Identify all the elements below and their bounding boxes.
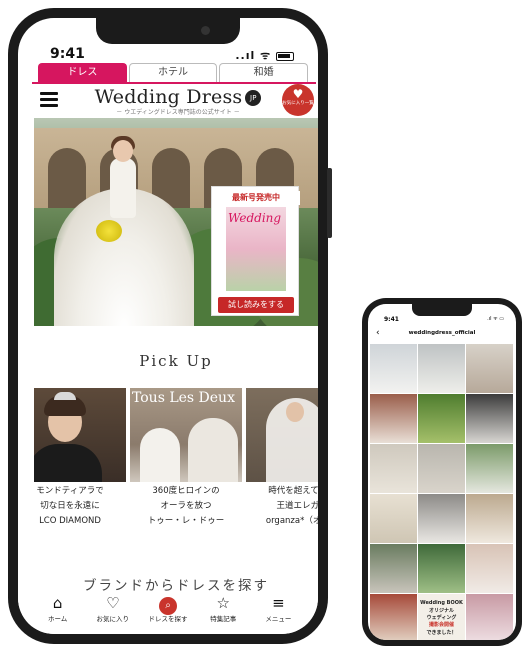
grid-photo[interactable] xyxy=(370,444,417,493)
card-caption-line: モンドティアラで xyxy=(36,486,104,496)
heart-icon: ♥ xyxy=(292,87,304,101)
grid-photo[interactable] xyxy=(370,394,417,443)
grid-photo[interactable] xyxy=(370,544,417,593)
grid-text-line: オリジナル xyxy=(428,608,454,614)
nav-label: メニュー xyxy=(265,615,292,623)
status-icons: ..ıl ᯤ xyxy=(235,48,294,63)
nav-home[interactable]: ⌂ ホーム xyxy=(30,594,85,634)
grid-photo[interactable] xyxy=(466,594,513,640)
grid-photo[interactable] xyxy=(418,494,465,543)
card-caption-line: 切な日を永遠に xyxy=(40,501,100,511)
heart-icon: ♡ xyxy=(106,594,120,612)
card-caption-line: LCO DIAMOND xyxy=(39,516,101,526)
instagram-screen: 9:41 .ıl ᯤ ▭ ‹ weddingdress_official Wed… xyxy=(368,304,516,640)
magazine-cover: Wedding xyxy=(226,207,286,291)
nav-favorites[interactable]: ♡ お気に入り xyxy=(85,594,140,634)
nav-label: ドレスを探す xyxy=(148,615,188,623)
nav-label: ホーム xyxy=(47,615,68,623)
pickup-carousel: モンドティアラで 切な日を永遠に LCO DIAMOND Tous Les De… xyxy=(34,388,318,538)
pickup-card[interactable]: モンドティアラで 切な日を永遠に LCO DIAMOND xyxy=(34,388,126,527)
star-icon: ☆ xyxy=(216,594,230,612)
grid-text-line: Wedding BOOK xyxy=(420,600,463,606)
grid-photo[interactable] xyxy=(466,344,513,393)
home-icon: ⌂ xyxy=(52,594,63,612)
tab-dress[interactable]: ドレス xyxy=(38,63,127,83)
status-time: 9:41 xyxy=(384,316,399,323)
magazine-ribbon: 最新号発売中 xyxy=(212,191,300,205)
trial-read-button[interactable]: 試し読みをする xyxy=(218,297,294,313)
card-image xyxy=(34,388,126,482)
tab-underline xyxy=(32,82,316,84)
card-caption-line: オーラを放つ xyxy=(160,501,212,511)
side-button xyxy=(327,168,332,238)
card-caption-line: 王道エレガン xyxy=(276,501,318,511)
card-caption-line: organza*（オルガ xyxy=(265,516,318,526)
bouquet xyxy=(96,220,122,242)
grid-photo[interactable] xyxy=(418,444,465,493)
favorites-list-button[interactable]: ♥ お気に入り一覧 xyxy=(282,84,314,116)
brand-search-title: ブランドからドレスを探す xyxy=(83,578,269,594)
bottom-navigation: ⌂ ホーム ♡ お気に入り ⌕ ドレスを探す ☆ 特集記事 ≡ メニュー xyxy=(18,594,318,634)
pickup-card[interactable]: Tous Les Deux 360度ヒロインの オーラを放つ トゥー・レ・ドゥー xyxy=(130,388,242,527)
pickup-card[interactable]: 時代を超えて愛さ 王道エレガン organza*（オルガ xyxy=(246,388,318,527)
menu-icon: ≡ xyxy=(272,594,285,612)
camera-icon xyxy=(201,26,210,35)
nav-label: お気に入り xyxy=(96,615,130,623)
magazine-promo[interactable]: 最新号発売中 Wedding 試し読みをする xyxy=(211,186,300,316)
grid-photo[interactable] xyxy=(466,494,513,543)
grid-photo[interactable] xyxy=(370,344,417,393)
grid-photo[interactable] xyxy=(370,494,417,543)
card-image: Tous Les Deux xyxy=(130,388,242,482)
card-caption-line: トゥー・レ・ドゥー xyxy=(147,516,225,526)
grid-text-line: できました！ xyxy=(426,630,457,636)
tab-hotel[interactable]: ホテル xyxy=(128,63,218,83)
nav-features[interactable]: ☆ 特集記事 xyxy=(196,594,251,634)
logo-title: Wedding Dress JP xyxy=(88,86,268,108)
magazine-cover-title: Wedding xyxy=(228,211,282,225)
instagram-phone-frame: 9:41 .ıl ᯤ ▭ ‹ weddingdress_official Wed… xyxy=(362,298,522,646)
grid-text-line: 撮影会開催 xyxy=(428,622,454,628)
card-caption-line: 360度ヒロインの xyxy=(152,486,220,496)
nav-menu[interactable]: ≡ メニュー xyxy=(251,594,306,634)
grid-photo[interactable] xyxy=(466,544,513,593)
notch xyxy=(96,18,240,44)
site-logo[interactable]: Wedding Dress JP － ウエディングドレス専門誌の公式サイト － xyxy=(88,86,268,116)
status-icons: .ıl ᯤ ▭ xyxy=(487,316,504,322)
card-caption-line: 時代を超えて愛さ xyxy=(268,486,318,496)
hamburger-menu-icon[interactable] xyxy=(40,92,58,107)
grid-text-line: ウェディング xyxy=(426,615,457,621)
grid-photo[interactable] xyxy=(418,394,465,443)
instagram-username: weddingdress_official xyxy=(408,330,476,336)
tab-wakon[interactable]: 和婚 xyxy=(219,63,309,83)
logo-jp-badge: JP xyxy=(245,90,262,106)
card-overlay-text: Tous Les Deux xyxy=(132,390,235,406)
nav-search-dress[interactable]: ⌕ ドレスを探す xyxy=(140,594,195,634)
signal-wifi-icon: ..ıl ᯤ xyxy=(235,49,272,62)
main-phone-screen: 9:41 ..ıl ᯤ ドレス ホテル 和婚 Wedding Dress JP －… xyxy=(18,18,318,634)
grid-photo[interactable] xyxy=(418,344,465,393)
grid-photo[interactable] xyxy=(370,594,417,640)
grid-photo[interactable] xyxy=(418,544,465,593)
category-tabs: ドレス ホテル 和婚 xyxy=(38,63,310,83)
main-phone-frame: 9:41 ..ıl ᯤ ドレス ホテル 和婚 Wedding Dress JP －… xyxy=(8,8,332,644)
pickup-title: Pick Up xyxy=(139,352,213,370)
nav-label: 特集記事 xyxy=(210,615,237,623)
grid-photo[interactable] xyxy=(466,444,513,493)
battery-icon xyxy=(276,51,294,61)
card-image xyxy=(246,388,318,482)
grid-photo[interactable] xyxy=(466,394,513,443)
notch xyxy=(412,304,472,316)
logo-subtitle: － ウエディングドレス専門誌の公式サイト － xyxy=(116,109,240,116)
grid-text-post[interactable]: Wedding BOOK オリジナル ウェディング 撮影会開催 できました！ xyxy=(418,594,465,640)
status-time: 9:41 xyxy=(50,46,85,62)
favorites-label: お気に入り一覧 xyxy=(282,101,314,106)
